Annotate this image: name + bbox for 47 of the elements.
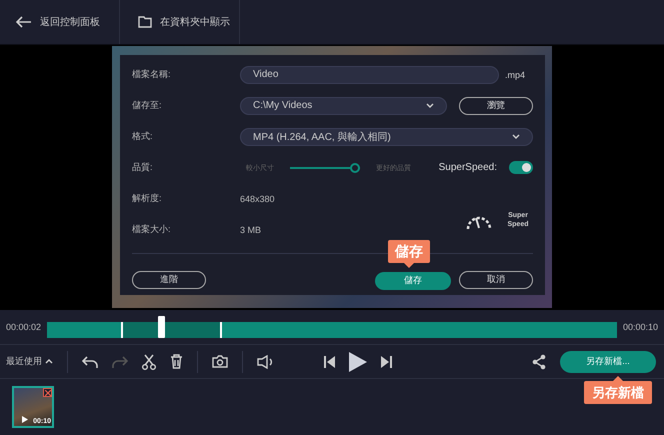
save-as-callout: 另存新檔 bbox=[584, 380, 652, 404]
timeline-track[interactable] bbox=[47, 322, 617, 338]
scissors-icon[interactable] bbox=[142, 354, 156, 370]
advanced-button[interactable]: 進階 bbox=[132, 270, 206, 289]
browse-button[interactable]: 瀏覽 bbox=[459, 96, 533, 114]
play-icon[interactable] bbox=[349, 352, 367, 372]
chevron-down-icon bbox=[512, 134, 520, 139]
format-dropdown[interactable]: MP4 (H.264, AAC, 與輸入相同) bbox=[240, 128, 533, 146]
file-extension: .mp4 bbox=[505, 70, 526, 80]
share-icon[interactable] bbox=[532, 354, 546, 370]
start-time: 00:00:02 bbox=[6, 322, 42, 332]
save-as-button[interactable]: 另存新檔... bbox=[560, 350, 656, 372]
skip-back-icon[interactable] bbox=[324, 356, 335, 368]
caret-up-icon bbox=[45, 359, 53, 364]
trash-icon[interactable] bbox=[170, 354, 183, 369]
remove-clip-icon[interactable] bbox=[43, 388, 52, 397]
chevron-down-icon bbox=[426, 103, 434, 108]
skip-forward-icon[interactable] bbox=[381, 356, 392, 368]
play-icon bbox=[22, 416, 28, 423]
callout-pointer-icon bbox=[613, 376, 623, 380]
field-label: 檔案名稱: bbox=[132, 68, 172, 81]
field-label: 檔案大小: bbox=[132, 223, 172, 236]
field-value: 3 MB bbox=[240, 224, 262, 234]
folder-icon bbox=[138, 16, 152, 28]
superspeed-label: SuperSpeed: bbox=[438, 162, 497, 173]
camera-icon[interactable] bbox=[212, 355, 228, 368]
field-value: 648x380 bbox=[240, 194, 275, 204]
field-label: 品質: bbox=[132, 161, 154, 174]
back-button[interactable]: 返回控制面板 bbox=[0, 0, 120, 44]
superspeed-toggle[interactable] bbox=[509, 161, 533, 174]
undo-icon[interactable] bbox=[82, 354, 98, 368]
save-button[interactable]: 儲存 bbox=[375, 272, 451, 290]
save-location-dropdown[interactable]: C:\My Videos bbox=[240, 96, 447, 114]
field-label: 解析度: bbox=[132, 192, 163, 205]
playhead-handle[interactable] bbox=[158, 316, 166, 338]
show-in-folder-button[interactable]: 在資料夾中顯示 bbox=[120, 0, 240, 44]
file-name-field[interactable]: Video bbox=[240, 66, 499, 84]
save-callout: 儲存 bbox=[388, 240, 430, 262]
end-time: 00:00:10 bbox=[622, 322, 658, 332]
back-arrow-icon bbox=[16, 16, 32, 28]
quality-slider[interactable] bbox=[290, 162, 360, 172]
field-label: 儲存至: bbox=[132, 99, 163, 112]
cancel-button[interactable]: 取消 bbox=[459, 270, 533, 289]
field-label: 格式: bbox=[132, 130, 154, 143]
recent-dropdown[interactable]: 最近使用 bbox=[6, 355, 53, 368]
speaker-icon[interactable] bbox=[257, 354, 274, 368]
callout-pointer-icon bbox=[404, 262, 414, 268]
